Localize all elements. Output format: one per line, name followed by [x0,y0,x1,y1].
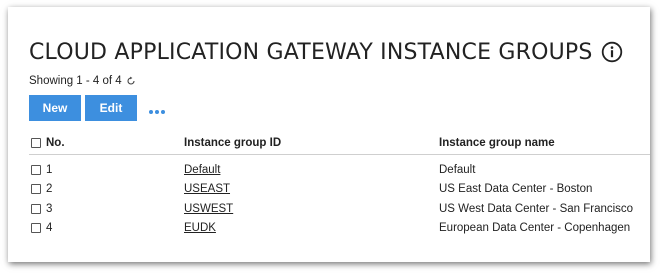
toolbar: New Edit [29,95,165,121]
instance-group-name: US East Data Center - Boston [439,183,593,196]
table-header-row: No. Instance group ID Instance group nam… [29,131,650,155]
row-number: 1 [46,163,53,176]
instance-groups-table: No. Instance group ID Instance group nam… [29,131,650,238]
table-row: 4 EUDK European Data Center - Copenhagen [29,219,650,239]
edit-button[interactable]: Edit [85,95,137,121]
column-header-instance-group-name[interactable]: Instance group name [439,131,555,154]
row-number: 3 [46,202,53,215]
column-header-instance-group-id[interactable]: Instance group ID [184,131,281,154]
instance-group-id-link[interactable]: USWEST [184,203,233,215]
showing-text: Showing 1 - 4 of 4 [29,75,122,87]
row-number: 2 [46,183,53,196]
table-row: 1 Default Default [29,160,650,180]
refresh-icon[interactable] [126,76,136,86]
instance-group-id-link[interactable]: Default [184,164,220,176]
new-button[interactable]: New [29,95,81,121]
more-horizontal-icon[interactable] [149,95,165,121]
column-header-no[interactable]: No. [46,131,65,154]
row-checkbox[interactable] [31,184,41,195]
row-checkbox[interactable] [31,223,41,234]
record-count: Showing 1 - 4 of 4 [29,75,136,87]
info-circle-icon[interactable] [601,41,623,63]
row-number: 4 [46,222,53,235]
instance-group-name: European Data Center - Copenhagen [439,222,631,235]
page-title: CLOUD APPLICATION GATEWAY INSTANCE GROUP… [29,39,593,65]
instance-group-name: Default [439,163,476,176]
row-checkbox[interactable] [31,164,41,175]
instance-group-name: US West Data Center - San Francisco [439,202,634,215]
table-row: 2 USEAST US East Data Center - Boston [29,180,650,200]
title-row: CLOUD APPLICATION GATEWAY INSTANCE GROUP… [29,37,623,67]
instance-group-id-link[interactable]: USEAST [184,183,230,195]
instance-groups-panel: CLOUD APPLICATION GATEWAY INSTANCE GROUP… [8,7,650,262]
select-all-checkbox[interactable] [31,137,41,148]
table-row: 3 USWEST US West Data Center - San Franc… [29,199,650,219]
instance-group-id-link[interactable]: EUDK [184,222,216,234]
table-body: 1 Default Default 2 USEAST US East Data … [29,155,650,238]
row-checkbox[interactable] [31,203,41,214]
